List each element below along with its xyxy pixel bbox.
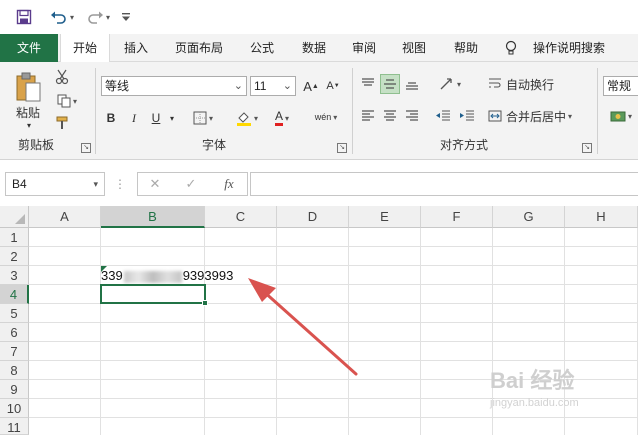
borders-icon[interactable]: ▾ xyxy=(188,108,218,128)
bold-button[interactable]: B xyxy=(103,108,119,128)
clipboard-launcher-icon[interactable]: ↘ xyxy=(81,143,91,153)
baidu-watermark: Bai 经验 jingyan.baidu.com xyxy=(490,368,579,409)
shrink-font-button[interactable]: A ▼ xyxy=(324,76,342,96)
decrease-indent-icon[interactable] xyxy=(432,106,454,126)
chevron-down-icon[interactable]: ▾ xyxy=(93,173,98,195)
paste-button[interactable]: 粘贴 xyxy=(10,104,46,120)
copy-icon[interactable]: ▾ xyxy=(52,92,82,110)
paste-icon[interactable] xyxy=(12,70,44,104)
align-middle-icon[interactable] xyxy=(380,74,400,94)
paste-dropdown-icon[interactable]: ▾ xyxy=(22,120,36,130)
format-painter-icon[interactable] xyxy=(52,114,72,132)
formula-buttons: ✕ ✓ fx xyxy=(137,172,248,196)
chevron-down-icon[interactable]: ⌄ xyxy=(283,77,292,95)
tab-data[interactable]: 数据 xyxy=(290,34,338,62)
title-bar: ▾ ▾ xyxy=(0,0,638,34)
font-name-combo[interactable]: 等线 ⌄ xyxy=(101,76,247,96)
tab-review[interactable]: 审阅 xyxy=(341,34,387,62)
group-separator xyxy=(352,68,353,154)
tell-me-search[interactable]: 操作说明搜索 xyxy=(524,34,614,62)
increase-indent-icon[interactable] xyxy=(456,106,478,126)
save-icon[interactable] xyxy=(14,8,34,26)
font-size-combo[interactable]: 11 ⌄ xyxy=(250,76,296,96)
font-size-value: 11 xyxy=(254,79,267,93)
align-bottom-icon[interactable] xyxy=(402,74,422,94)
alignment-launcher-icon[interactable]: ↘ xyxy=(582,143,592,153)
number-format-combo[interactable]: 常规 xyxy=(603,76,638,96)
watermark-url: jingyan.baidu.com xyxy=(490,397,579,409)
font-group-label: 字体 xyxy=(202,138,227,152)
fill-color-icon[interactable]: ▾ xyxy=(230,108,264,128)
cancel-icon[interactable]: ✕ xyxy=(144,175,166,193)
wrap-text-button[interactable]: 自动换行 xyxy=(488,74,560,94)
insert-function-icon[interactable]: fx xyxy=(216,175,242,193)
clipboard-group-label: 剪贴板 xyxy=(18,138,55,152)
ribbon-tabs: 文件 开始 插入 页面布局 公式 数据 审阅 视图 帮助 操作说明搜索 xyxy=(0,34,638,63)
orientation-icon[interactable]: ▾ xyxy=(434,74,466,94)
undo-icon[interactable]: ▾ xyxy=(48,8,76,26)
formula-bar: B4 ▾ ⋮ ✕ ✓ fx xyxy=(0,160,638,206)
align-right-icon[interactable] xyxy=(402,106,422,126)
tab-view[interactable]: 视图 xyxy=(390,34,438,62)
name-box[interactable]: B4 ▾ xyxy=(5,172,105,196)
ribbon-home: 粘贴 ▾ ▾ 剪贴板 ↘ 等线 ⌄ 11 ⌄ A ▲ A ▼ B I U ▾ ▾ ▾… xyxy=(0,62,638,160)
tab-insert[interactable]: 插入 xyxy=(112,34,160,62)
lightbulb-icon xyxy=(500,34,522,62)
cut-icon[interactable] xyxy=(52,68,72,86)
formula-bar-grip-icon: ⋮ xyxy=(114,177,126,191)
group-separator xyxy=(95,68,96,154)
font-launcher-icon[interactable]: ↘ xyxy=(337,143,347,153)
font-color-button[interactable]: A ▾ xyxy=(266,108,298,128)
underline-button[interactable]: U xyxy=(148,108,164,128)
grow-font-button[interactable]: A ▲ xyxy=(302,76,320,96)
align-top-icon[interactable] xyxy=(358,74,378,94)
alignment-group-label: 对齐方式 xyxy=(440,138,489,152)
customize-quick-access-icon[interactable] xyxy=(118,8,134,26)
tab-home[interactable]: 开始 xyxy=(60,34,110,63)
tab-page-layout[interactable]: 页面布局 xyxy=(164,34,234,62)
font-name-value: 等线 xyxy=(105,79,130,93)
enter-icon[interactable]: ✓ xyxy=(180,175,202,193)
tab-formulas[interactable]: 公式 xyxy=(238,34,286,62)
merge-center-button[interactable]: 合并后居中 ▾ xyxy=(488,106,584,126)
chevron-down-icon[interactable]: ⌄ xyxy=(234,77,243,95)
redo-icon[interactable]: ▾ xyxy=(84,8,112,26)
worksheet-grid: A B C D E F G H 1 2 3 4 5 6 7 8 9 10 11 … xyxy=(0,206,638,435)
align-left-icon[interactable] xyxy=(358,106,378,126)
phonetic-guide-button[interactable]: wén ▾ xyxy=(310,106,342,128)
group-separator xyxy=(597,68,598,154)
accounting-format-icon[interactable]: ▾ xyxy=(604,106,638,126)
tab-help[interactable]: 帮助 xyxy=(442,34,490,62)
italic-button[interactable]: I xyxy=(126,108,142,128)
formula-input[interactable] xyxy=(250,172,638,196)
align-center-icon[interactable] xyxy=(380,106,400,126)
tab-file[interactable]: 文件 xyxy=(0,34,58,62)
underline-dropdown-icon[interactable]: ▾ xyxy=(166,108,178,128)
